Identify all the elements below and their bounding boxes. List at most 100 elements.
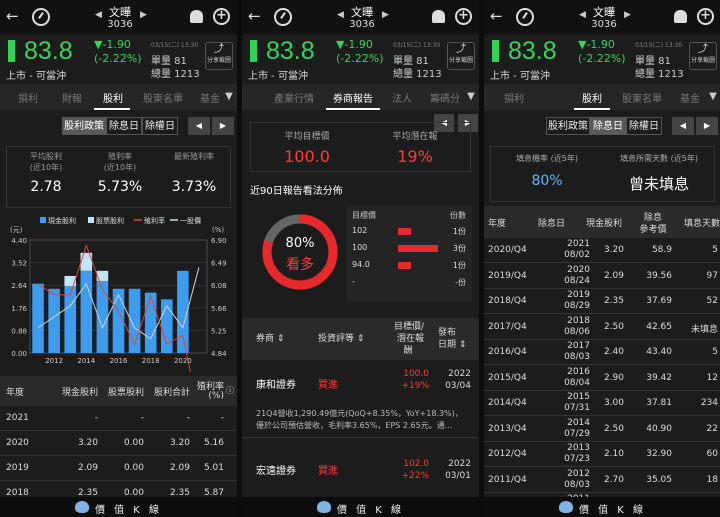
tab-industry[interactable]: 產業行情: [274, 90, 314, 105]
share-button[interactable]: ⤴ 分享截圖: [447, 42, 475, 70]
next-stock-icon[interactable]: ▶: [624, 10, 631, 20]
cell-fill-days: 97: [706, 270, 718, 281]
table-row: 2020 3.20 0.00 3.20 5.16: [0, 431, 237, 456]
quote-header: 83.8 ▼-1.90 (-2.22%) 03/15(二) 13:30 單量 8…: [242, 34, 479, 82]
tab-chips[interactable]: 籌碼分: [430, 90, 460, 105]
subtab-ex-rights[interactable]: 除權日: [142, 117, 178, 135]
subtab-ex-dividend[interactable]: 除息日: [106, 117, 142, 135]
table-row: 2014/Q4 2015 07/31 3.00 37.81 234: [484, 391, 720, 416]
table-row: 2016/Q4 2017 08/03 2.40 43.40 5: [484, 340, 720, 365]
brand-name: 價 值 K 線: [336, 505, 405, 516]
tab-dividend[interactable]: 股利: [582, 90, 602, 105]
col-date-1[interactable]: 發布: [438, 327, 456, 339]
subtab-policy[interactable]: 股利政策: [546, 117, 590, 135]
next-stock-icon[interactable]: ▶: [382, 10, 389, 20]
report-year: 2022: [448, 459, 471, 469]
stock-name: 文曄: [109, 6, 131, 19]
cell-ref-price: 39.56: [646, 270, 672, 281]
bell-icon[interactable]: [432, 10, 445, 23]
tab-profit[interactable]: 損利: [18, 90, 38, 105]
x-tick: 2020: [174, 357, 192, 365]
share-icon: ⤴: [214, 44, 224, 55]
report-row[interactable]: 康和證券 買進 100.0 +19% 2022 03/04 21Q4營收1,29…: [242, 362, 479, 438]
cell-cash: 2.50: [603, 423, 624, 434]
dist-price: -: [352, 277, 355, 286]
add-icon[interactable]: +: [697, 8, 714, 25]
cell-fill-days: 5: [712, 245, 718, 255]
report-note-line1: 21Q4營收1,290.49億元(QoQ+8.35%，YoY+18.3%)，: [256, 409, 463, 418]
history-icon[interactable]: [32, 8, 50, 26]
broker-name: 宏遠證券: [256, 466, 296, 477]
legend-label: 殖利率: [144, 216, 165, 225]
fill-rate-value: 80%: [531, 173, 563, 189]
tab-funds[interactable]: 基金: [680, 90, 700, 105]
dist-price: 94.0: [352, 260, 370, 269]
quote-datetime: 03/15(二) 13:30: [151, 42, 199, 49]
summary-yield: 殖利率 (近10年) 5.73%: [85, 151, 155, 195]
share-button[interactable]: ⤴ 分享截圖: [205, 42, 233, 70]
tab-shareholders[interactable]: 股東名單: [143, 90, 183, 105]
target-distribution-table: 目標價 份數 102 1份 100 3份 94.0 1份 - -份: [346, 206, 472, 302]
dist-count: 1份: [452, 261, 466, 270]
table-row: 2018/Q4 2019 08/29 2.35 37.69 52: [484, 289, 720, 314]
share-label: 分享截圖: [448, 57, 473, 64]
tabs-dropdown-icon[interactable]: ▼: [705, 84, 720, 110]
upside-value: 19%: [397, 147, 433, 166]
subtab-policy[interactable]: 股利政策: [62, 117, 106, 135]
back-arrow-icon[interactable]: ←: [6, 7, 19, 25]
bell-icon[interactable]: [190, 10, 203, 23]
summary-value: 2.78: [30, 179, 62, 195]
next-stock-icon[interactable]: ▶: [140, 10, 147, 20]
add-icon[interactable]: +: [213, 8, 230, 25]
col-target-1[interactable]: 目標價/: [392, 321, 424, 333]
dividend-chart: 現金股利 股票股利 殖利率 一股價 (元) (%) 4.40 6.90 3.52 6.49 2.64…: [0, 212, 237, 414]
col-rating[interactable]: 投資評等 ⇕: [318, 333, 364, 345]
broker-rating: 買進: [318, 380, 338, 391]
tab-broker-reports[interactable]: 券商報告: [333, 90, 373, 105]
share-label: 分享截圖: [206, 57, 231, 64]
tab-funds[interactable]: 基金: [200, 90, 220, 105]
report-date: 03/04: [445, 381, 471, 391]
cell-cash: 3.20: [603, 245, 624, 255]
sub-tabs: 股利政策 除息日 除權日 ◀ ▶: [0, 114, 237, 138]
tab-institutional[interactable]: 法人: [392, 90, 412, 105]
prev-page-icon[interactable]: ◀: [672, 117, 694, 135]
bell-icon[interactable]: [674, 10, 687, 23]
subtab-ex-rights[interactable]: 除權日: [626, 117, 662, 135]
col-cash: 現金股利: [61, 388, 98, 398]
tab-dividend[interactable]: 股利: [103, 90, 123, 105]
back-arrow-icon[interactable]: ←: [248, 7, 261, 25]
tab-financials[interactable]: 財報: [62, 90, 82, 105]
prev-page-icon[interactable]: ◀: [188, 117, 210, 135]
market-label: 上市 - 可當沖: [490, 71, 550, 82]
share-button[interactable]: ⤴ 分享截圖: [689, 42, 717, 70]
history-icon[interactable]: [274, 8, 292, 26]
col-fill-days: 填息天數: [683, 219, 720, 229]
cell-value: 3.20: [169, 438, 190, 448]
tab-profit[interactable]: 損利: [504, 90, 524, 105]
next-page-icon[interactable]: ▶: [696, 117, 718, 135]
y-right-tick: 5.66: [211, 305, 227, 313]
tabs-dropdown-icon[interactable]: ▼: [221, 84, 237, 110]
add-icon[interactable]: +: [455, 8, 472, 25]
back-arrow-icon[interactable]: ←: [490, 7, 503, 25]
cell-year: 2018/Q4: [488, 296, 527, 306]
ex-dividend-table-header: 年度 除息日 現金股利 除息 參考價 填息天數: [484, 206, 720, 238]
cell-year: 2019/Q4: [488, 270, 527, 281]
history-icon[interactable]: [516, 8, 534, 26]
col-target-3: 酬: [403, 346, 413, 356]
tab-shareholders[interactable]: 股東名單: [622, 90, 662, 105]
report-row[interactable]: 宏遠證券 買進 102.0 +22% 2022 03/01: [242, 440, 479, 496]
cell-cash: 2.10: [603, 449, 624, 459]
subtab-ex-dividend[interactable]: 除息日: [590, 117, 626, 135]
dist-price: 102: [352, 226, 368, 235]
cell-ref-price: 39.42: [646, 372, 672, 383]
col-broker[interactable]: 券商 ⇕: [256, 333, 284, 345]
tabs-dropdown-icon[interactable]: ▼: [463, 84, 479, 110]
info-icon[interactable]: ⓘ: [226, 385, 234, 396]
legend-label: 股票股利: [96, 216, 124, 225]
x-tick: 2014: [77, 357, 95, 365]
cell-fill-days: 5: [712, 347, 718, 357]
cell-fill-days: 未填息: [690, 324, 718, 335]
next-page-icon[interactable]: ▶: [212, 117, 234, 135]
